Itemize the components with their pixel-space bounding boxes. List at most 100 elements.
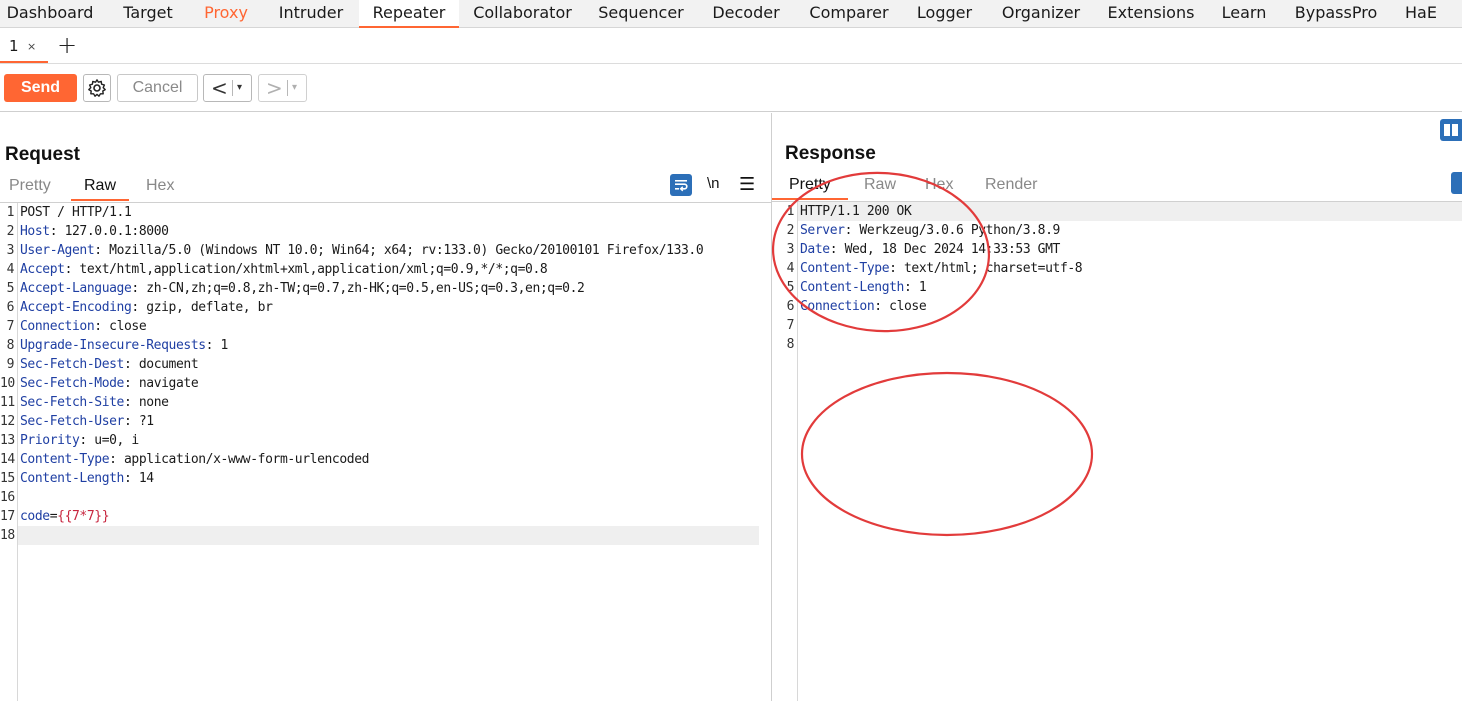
header-name: Date — [800, 242, 830, 257]
tab-decoder[interactable]: Decoder — [702, 0, 790, 27]
header-name: Accept-Encoding — [20, 300, 132, 315]
header-value: gzip, deflate, br — [146, 300, 273, 315]
header-name: Accept-Language — [20, 281, 132, 296]
tab-proxy[interactable]: Proxy — [196, 0, 256, 27]
header-name: Sec-Fetch-Site — [20, 395, 124, 410]
tab-organizer[interactable]: Organizer — [990, 0, 1092, 27]
settings-button[interactable] — [83, 74, 111, 102]
line-number: 5 — [786, 280, 795, 295]
request-tab-raw[interactable]: Raw — [71, 175, 130, 201]
editor-line[interactable]: Upgrade-Insecure-Requests: 1 — [20, 336, 228, 355]
header-value: POST / HTTP/1.1 — [20, 205, 132, 220]
editor-line[interactable]: Date: Wed, 18 Dec 2024 14:33:53 GMT — [800, 240, 1060, 259]
editor-line[interactable]: Sec-Fetch-Dest: document — [20, 355, 199, 374]
header-name: Priority — [20, 433, 80, 448]
line-number: 5 — [6, 281, 15, 296]
separator: : — [64, 262, 80, 277]
header-value: close — [109, 319, 147, 334]
separator: : — [205, 338, 221, 353]
gear-icon — [88, 79, 106, 97]
header-value: Werkzeug/3.0.6 Python/3.8.9 — [859, 223, 1060, 238]
separator: : — [829, 242, 845, 257]
chevron-down-icon[interactable]: ▾ — [237, 80, 242, 96]
repeater-tab-bar: 1 × + — [0, 28, 1462, 64]
line-number: 16 — [0, 490, 15, 505]
add-tab-button[interactable]: + — [57, 33, 77, 57]
response-options-button[interactable] — [1451, 172, 1462, 194]
separator: : — [131, 281, 147, 296]
editor-line[interactable]: Content-Length: 1 — [800, 278, 927, 297]
tab-bypasspro[interactable]: BypassPro — [1284, 0, 1388, 27]
line-number: 3 — [786, 242, 795, 257]
tab-comparer[interactable]: Comparer — [798, 0, 900, 27]
repeater-toolbar: Send Cancel < ▾ > ▾ — [0, 64, 1462, 112]
request-tab-pretty[interactable]: Pretty — [9, 175, 51, 201]
line-number: 8 — [6, 338, 15, 353]
response-tab-hex[interactable]: Hex — [925, 174, 953, 200]
editor-line[interactable]: Accept: text/html,application/xhtml+xml,… — [20, 260, 548, 279]
response-tab-pretty[interactable]: Pretty — [772, 174, 848, 200]
tab-learn[interactable]: Learn — [1212, 0, 1276, 27]
response-tab-raw[interactable]: Raw — [864, 174, 896, 200]
editor-line[interactable]: Accept-Encoding: gzip, deflate, br — [20, 298, 273, 317]
line-number: 9 — [6, 357, 15, 372]
editor-line[interactable]: HTTP/1.1 200 OK — [800, 202, 912, 221]
separator: : — [49, 224, 65, 239]
tab-extensions[interactable]: Extensions — [1100, 0, 1202, 27]
main-tab-bar: Dashboard Target Proxy Intruder Repeater… — [0, 0, 1462, 28]
line-number: 18 — [0, 528, 15, 543]
tab-sequencer[interactable]: Sequencer — [590, 0, 692, 27]
send-button[interactable]: Send — [4, 74, 77, 102]
tab-hae[interactable]: HaE — [1396, 0, 1446, 27]
close-icon[interactable]: × — [27, 40, 36, 53]
line-number: 1 — [6, 205, 15, 220]
editor-line[interactable]: Connection: close — [800, 297, 927, 316]
editor-line[interactable]: Host: 127.0.0.1:8000 — [20, 222, 169, 241]
header-value: text/html; charset=utf-8 — [903, 261, 1083, 276]
param-value: {{7*7}} — [57, 509, 110, 524]
wrap-lines-button[interactable] — [670, 174, 692, 196]
editor-line[interactable]: Sec-Fetch-Mode: navigate — [20, 374, 199, 393]
editor-line[interactable]: Sec-Fetch-Site: none — [20, 393, 169, 412]
layout-toggle-button[interactable] — [1440, 119, 1462, 141]
editor-line[interactable]: User-Agent: Mozilla/5.0 (Windows NT 10.0… — [20, 241, 704, 260]
header-name: Content-Length — [20, 471, 124, 486]
editor-line[interactable]: Content-Type: application/x-www-form-url… — [20, 450, 369, 469]
layout-icon — [1444, 124, 1458, 136]
tab-dashboard[interactable]: Dashboard — [0, 0, 100, 27]
line-number: 2 — [786, 223, 795, 238]
line-number: 11 — [0, 395, 15, 410]
line-number: 7 — [6, 319, 15, 334]
editor-line[interactable]: POST / HTTP/1.1 — [20, 203, 132, 222]
editor-line[interactable]: Accept-Language: zh-CN,zh;q=0.8,zh-TW;q=… — [20, 279, 585, 298]
separator: : — [903, 280, 919, 295]
cancel-button[interactable]: Cancel — [117, 74, 198, 102]
header-value: 127.0.0.1:8000 — [64, 224, 169, 239]
separator: : — [123, 357, 139, 372]
editor-line[interactable]: Sec-Fetch-User: ?1 — [20, 412, 154, 431]
editor-line[interactable]: Content-Type: text/html; charset=utf-8 — [800, 259, 1083, 278]
response-tab-render[interactable]: Render — [985, 174, 1037, 200]
line-number: 17 — [0, 509, 15, 524]
forward-button-group[interactable]: > ▾ — [258, 74, 307, 102]
editor-line[interactable]: Server: Werkzeug/3.0.6 Python/3.8.9 — [800, 221, 1060, 240]
tab-repeater[interactable]: Repeater — [359, 0, 459, 28]
tab-intruder[interactable]: Intruder — [266, 0, 356, 27]
back-button-group[interactable]: < ▾ — [203, 74, 252, 102]
tab-target[interactable]: Target — [108, 0, 188, 27]
editor-line[interactable]: code={{7*7}} — [20, 507, 110, 526]
editor-line[interactable]: Content-Length: 14 — [20, 469, 154, 488]
menu-icon[interactable]: ☰ — [739, 176, 755, 194]
repeater-tab-1[interactable]: 1 × — [0, 28, 48, 63]
editor-line[interactable]: Priority: u=0, i — [20, 431, 139, 450]
chevron-down-icon[interactable]: ▾ — [292, 80, 297, 96]
tab-logger[interactable]: Logger — [907, 0, 982, 27]
forward-arrow-icon[interactable]: > — [266, 76, 283, 100]
editor-line[interactable]: Connection: close — [20, 317, 147, 336]
tab-collaborator[interactable]: Collaborator — [465, 0, 580, 27]
back-arrow-icon[interactable]: < — [211, 76, 228, 100]
request-editor[interactable]: 1 POST / HTTP/1.1 2 Host: 127.0.0.1:8000 3 Us… — [0, 203, 771, 701]
response-editor[interactable]: 1 HTTP/1.1 200 OK 2 Server: Werkzeug/3.0.6 … — [772, 202, 1462, 701]
show-newlines-button[interactable]: \n — [707, 175, 720, 192]
request-tab-hex[interactable]: Hex — [146, 175, 174, 201]
